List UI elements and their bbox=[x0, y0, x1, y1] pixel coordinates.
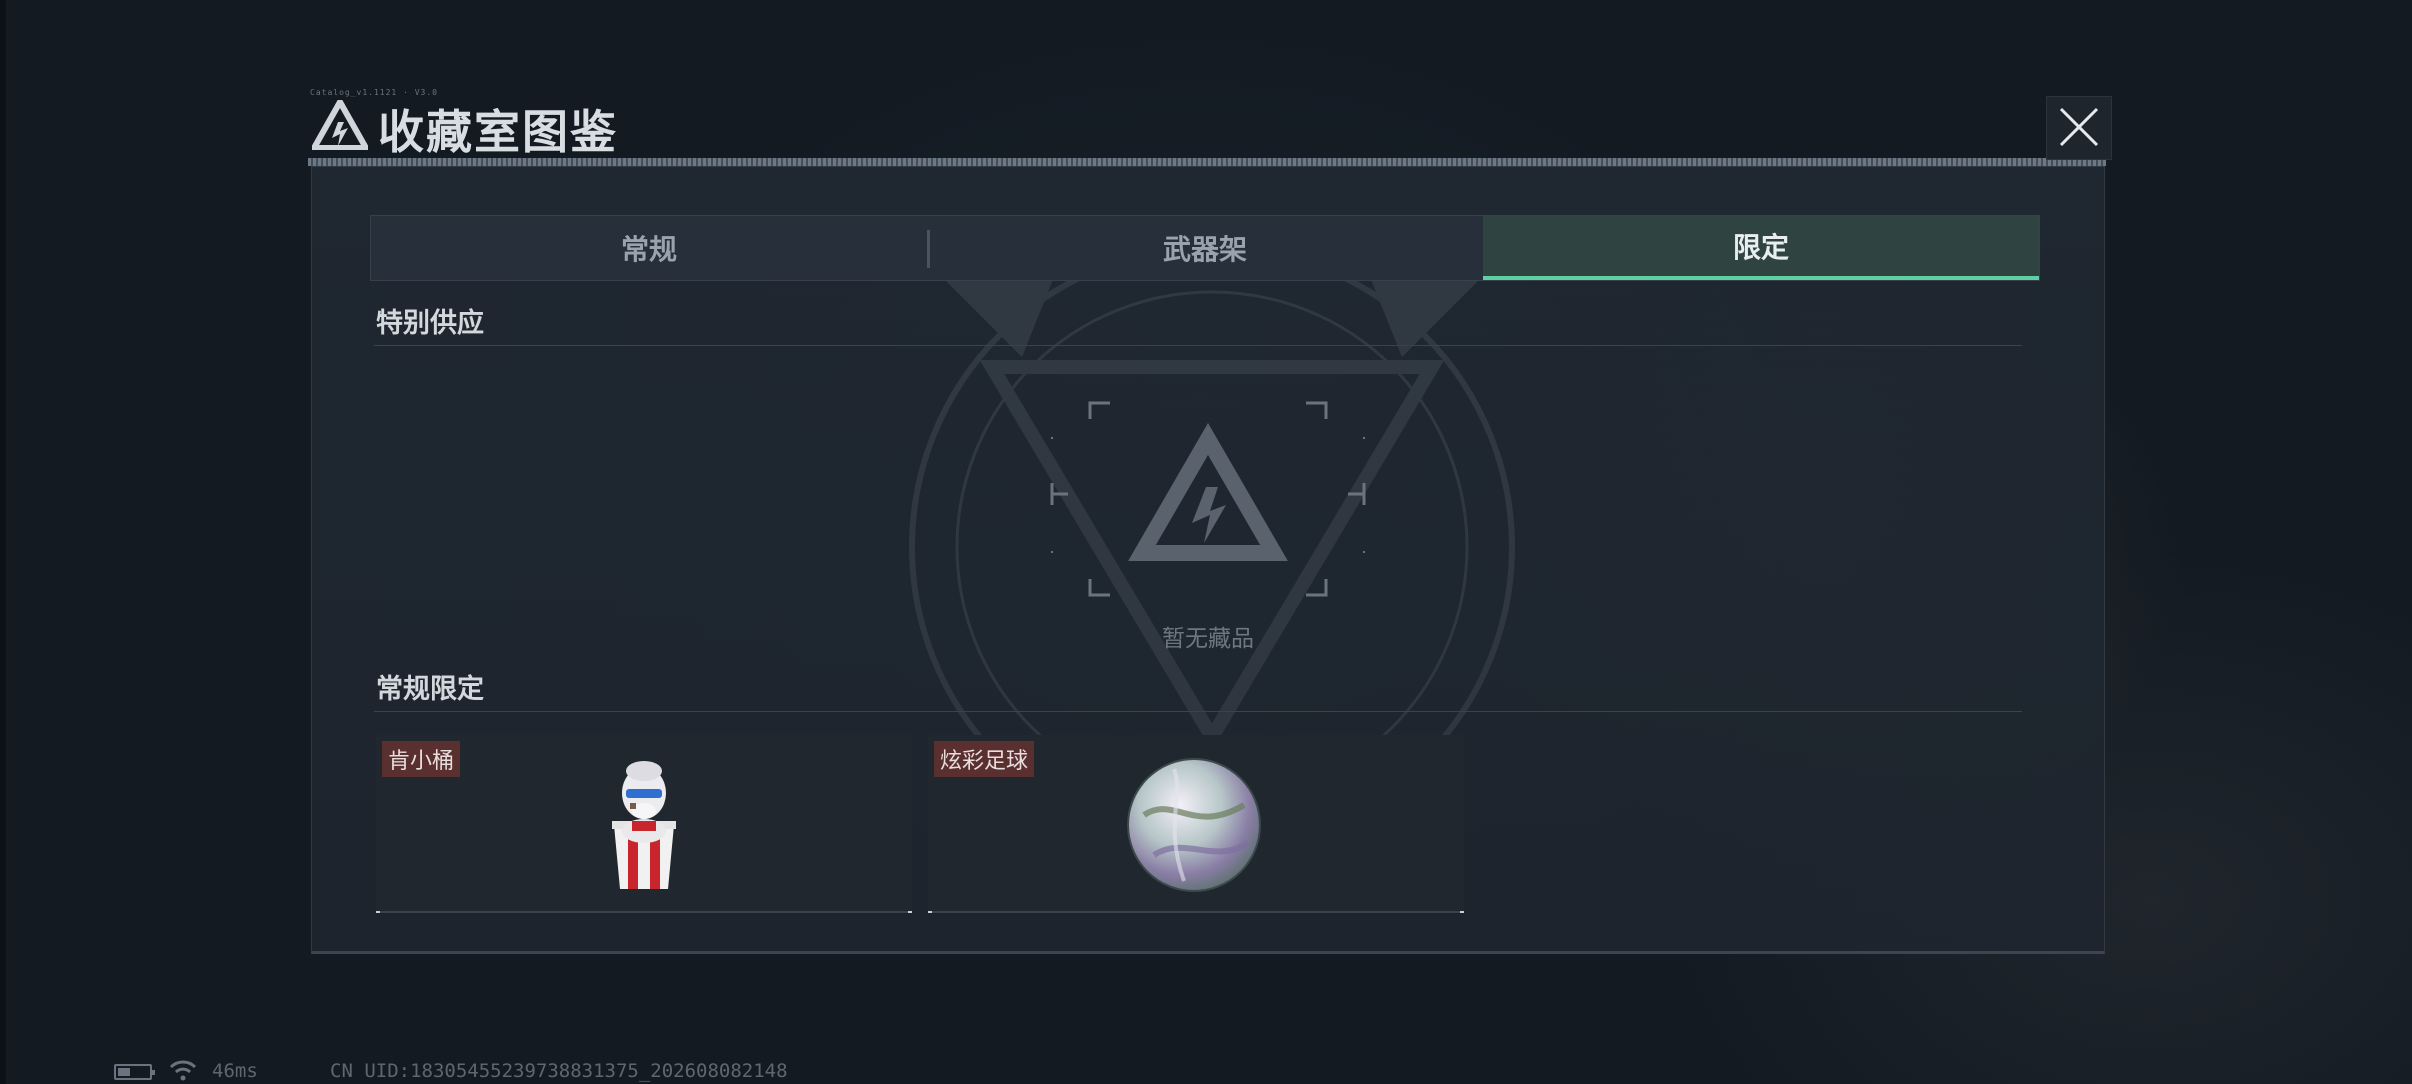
close-icon bbox=[2059, 107, 2099, 147]
item-card-bucket-mascot[interactable]: 肯小桶 bbox=[376, 735, 912, 913]
category-tabs: 常规 武器架 限定 bbox=[370, 215, 2040, 281]
window-header: Catalog_v1.1121 · V3.0 收藏室图鉴 bbox=[300, 86, 2120, 159]
close-button[interactable] bbox=[2046, 96, 2112, 160]
card-corner-mark bbox=[1460, 911, 1464, 913]
card-corner-mark bbox=[928, 911, 932, 913]
title-divider bbox=[308, 158, 2106, 166]
item-name-tag: 炫彩足球 bbox=[934, 741, 1035, 777]
ping-readout: 46ms bbox=[212, 1060, 258, 1082]
user-uid: CN UID:18305455239738831375_202608082148 bbox=[330, 1060, 788, 1082]
wifi-icon bbox=[169, 1060, 197, 1081]
screen-edge bbox=[0, 0, 6, 1084]
section-title-regular-limited: 常规限定 bbox=[376, 674, 484, 705]
item-name-tag: 肯小桶 bbox=[382, 741, 461, 777]
section-title-special-supply: 特别供应 bbox=[376, 308, 484, 339]
iridescent-football-icon bbox=[1127, 758, 1261, 892]
section-divider bbox=[374, 711, 2022, 712]
tab-limited[interactable]: 限定 bbox=[1483, 216, 2039, 280]
tab-weapon-rack[interactable]: 武器架 bbox=[927, 216, 1483, 280]
empty-placeholder: 暂无藏品 bbox=[1028, 389, 1388, 652]
empty-message: 暂无藏品 bbox=[1162, 626, 1254, 652]
tab-regular[interactable]: 常规 bbox=[371, 216, 927, 280]
bucket-mascot-icon bbox=[612, 761, 676, 889]
empty-frame-icon bbox=[1050, 401, 1366, 597]
item-card-iridescent-football[interactable]: 炫彩足球 bbox=[928, 735, 1464, 913]
battery-icon bbox=[114, 1064, 155, 1080]
game-logo-icon bbox=[312, 100, 368, 150]
collection-panel: 常规 武器架 限定 特别供应 暂无藏品 常规限定 肯小桶 炫彩足球 bbox=[311, 166, 2105, 954]
page-title: 收藏室图鉴 bbox=[378, 105, 618, 159]
card-corner-mark bbox=[908, 911, 912, 913]
card-corner-mark bbox=[376, 911, 380, 913]
section-divider bbox=[374, 345, 2022, 346]
